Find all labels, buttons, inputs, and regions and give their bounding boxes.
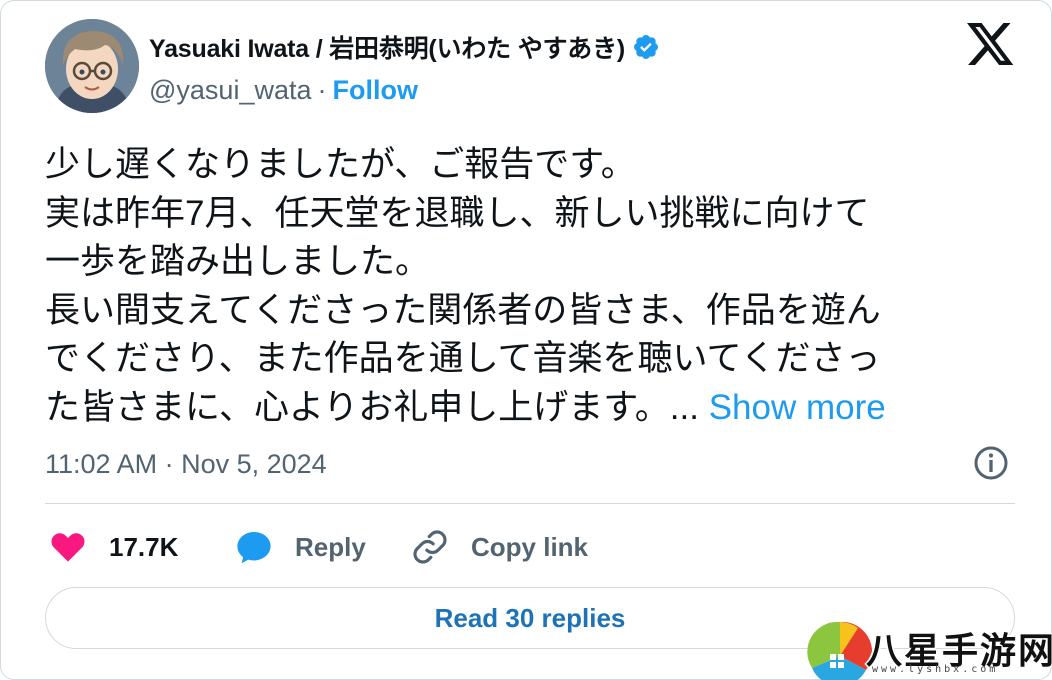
copy-link-action[interactable]: Copy link xyxy=(411,525,588,569)
tweet-text-line: た皆さまに、心よりお礼申し上げます。 xyxy=(45,387,670,427)
watermark-url: www.lyshbx.com xyxy=(872,664,999,675)
heart-icon xyxy=(51,533,85,562)
show-more-link[interactable]: Show more xyxy=(709,388,886,427)
link-icon xyxy=(413,530,447,564)
separator-dot: · xyxy=(317,75,327,105)
like-action[interactable]: 17.7K xyxy=(49,525,178,569)
divider xyxy=(45,503,1015,504)
avatar[interactable] xyxy=(45,19,139,113)
info-icon[interactable] xyxy=(973,445,1009,481)
author-name-row: Yasuaki Iwata / 岩田恭明(いわた やすあき) xyxy=(149,29,660,65)
tweet-text-line: 実は昨年7月、任天堂を退職し、新しい挑戦に向けて xyxy=(45,193,870,233)
tweet-text-line: 一歩を踏み出しました。 xyxy=(45,242,431,281)
tweet-text-line: 長い間支えてくださった関係者の皆さま、作品を遊ん xyxy=(45,290,881,330)
tweet-card: Yasuaki Iwata / 岩田恭明(いわた やすあき) @yasui_wa… xyxy=(0,0,1052,680)
follow-button[interactable]: Follow xyxy=(333,75,418,105)
verified-badge-icon xyxy=(634,35,659,59)
tweet-text-line: 少し遅くなりましたが、ご報告です。 xyxy=(45,145,636,184)
timestamp[interactable]: 11:02 AM · Nov 5, 2024 xyxy=(45,449,327,480)
ellipsis: ... xyxy=(669,387,699,427)
reply-action[interactable]: Reply xyxy=(235,525,366,569)
copy-link-label: Copy link xyxy=(471,531,589,562)
handle-row: @yasui_wata · Follow xyxy=(149,75,418,106)
like-count: 17.7K xyxy=(109,531,179,562)
x-logo-icon[interactable] xyxy=(967,23,1015,67)
reply-label: Reply xyxy=(295,531,366,562)
tweet-text-line: でくださり、また作品を通して音楽を聴いてくださっ xyxy=(45,339,881,378)
handle[interactable]: @yasui_wata xyxy=(149,75,312,105)
reply-bubble-icon xyxy=(237,531,271,564)
tweet-text-line-last: た皆さまに、心よりお礼申し上げます。... Show more xyxy=(45,384,1020,433)
tweet-text: 少し遅くなりましたが、ご報告です。 実は昨年7月、任天堂を退職し、新しい挑戦に向… xyxy=(45,141,1020,432)
display-name[interactable]: Yasuaki Iwata / 岩田恭明(いわた やすあき) xyxy=(149,29,625,65)
